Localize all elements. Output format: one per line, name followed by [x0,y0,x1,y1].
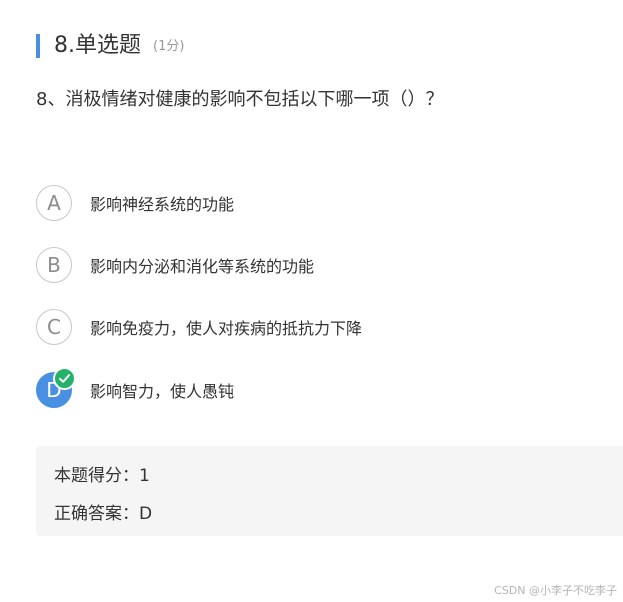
result-panel: 本题得分：1 正确答案：D [36,446,623,536]
question-header: 8.单选题 (1分) [36,32,184,60]
watermark: CSDN @小李子不吃李子 [494,584,617,597]
correct-answer: 正确答案：D [54,504,153,524]
option-c[interactable]: C 影响免疫力，使人对疾病的抵抗力下降 [36,308,362,346]
option-b-text[interactable]: 影响内分泌和消化等系统的功能 [90,253,314,277]
question-type-title: 8.单选题 [54,33,141,58]
option-b[interactable]: B 影响内分泌和消化等系统的功能 [36,246,314,284]
option-d-text[interactable]: 影响智力，使人愚钝 [90,378,234,402]
option-c-text[interactable]: 影响免疫力，使人对疾病的抵抗力下降 [90,315,362,339]
option-d[interactable]: D 影响智力，使人愚钝 [36,367,234,409]
option-b-circle[interactable]: B [36,247,72,283]
option-d-circle[interactable]: D [36,367,76,408]
question-text: 8、消极情绪对健康的影响不包括以下哪一项（）？ [36,89,444,110]
score-result: 本题得分：1 [54,466,150,486]
option-a-circle[interactable]: A [36,185,72,221]
option-c-circle[interactable]: C [36,309,72,345]
header-accent-bar [36,34,40,58]
question-score: (1分) [153,39,185,54]
option-a-text[interactable]: 影响神经系统的功能 [90,191,234,215]
correct-check-icon [53,367,76,390]
option-a[interactable]: A 影响神经系统的功能 [36,184,234,222]
